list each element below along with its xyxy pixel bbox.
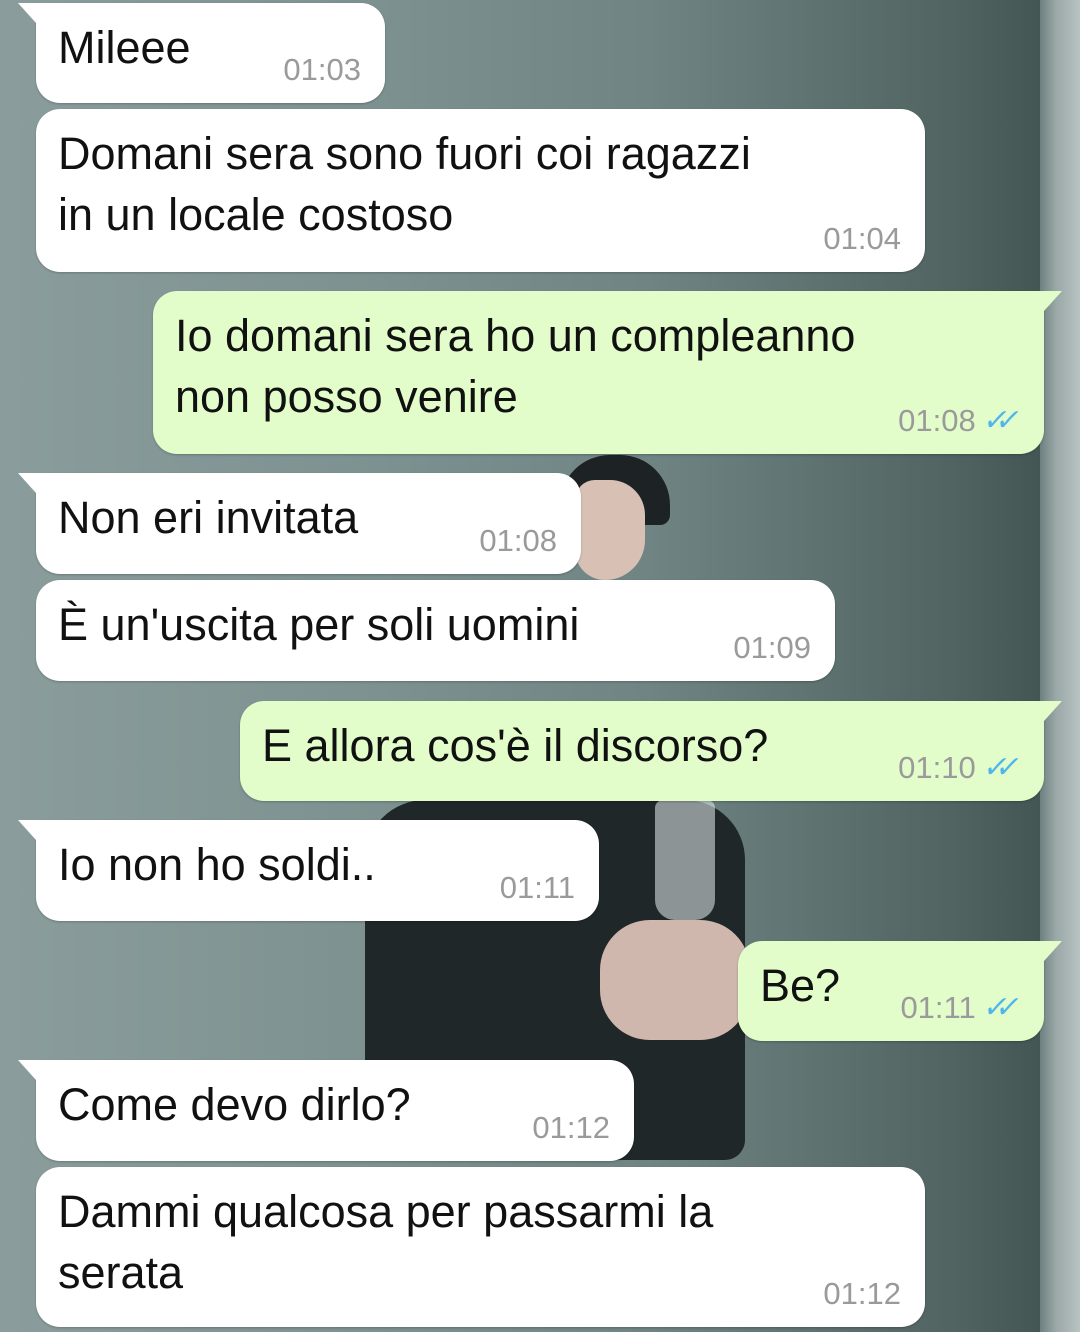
message-bubble-incoming[interactable]: È un'uscita per soli uomini 01:09 — [36, 580, 835, 681]
message-meta: 01:12 — [823, 1277, 901, 1311]
message-bubble-incoming[interactable]: Dammi qualcosa per passarmi la serata 01… — [36, 1167, 925, 1327]
message-time: 01:08 — [898, 403, 976, 438]
message-time: 01:12 — [823, 1276, 901, 1311]
double-check-read-icon: ✓✓ — [980, 751, 1012, 784]
message-bubble-incoming[interactable]: Non eri invitata 01:08 — [18, 473, 581, 574]
double-check-read-icon: ✓✓ — [980, 991, 1012, 1024]
message-time: 01:11 — [900, 990, 976, 1025]
message-time: 01:10 — [898, 750, 976, 785]
message-bubble-outgoing[interactable]: Io domani sera ho un compleanno non poss… — [153, 291, 1062, 454]
message-time: 01:04 — [823, 221, 901, 256]
message-meta: 01:08 ✓✓ — [898, 404, 1020, 438]
message-meta: 01:09 — [733, 631, 811, 665]
wallpaper-figure-hands — [600, 920, 750, 1040]
message-text: Dammi qualcosa per passarmi la serata — [58, 1186, 714, 1298]
message-bubble-outgoing[interactable]: Be? 01:11 ✓✓ — [738, 941, 1062, 1041]
message-meta: 01:04 — [823, 222, 901, 256]
message-time: 01:12 — [532, 1110, 610, 1145]
message-meta: 01:11 — [500, 871, 575, 905]
message-text: Io domani sera ho un compleanno non poss… — [175, 310, 856, 422]
message-time: 01:09 — [733, 630, 811, 665]
message-text: È un'uscita per soli uomini — [58, 599, 580, 650]
message-time: 01:03 — [283, 52, 361, 87]
message-meta: 01:12 — [532, 1111, 610, 1145]
wallpaper-door-edge — [1040, 0, 1080, 1332]
message-meta: 01:11 ✓✓ — [900, 991, 1020, 1025]
message-meta: 01:03 — [283, 53, 361, 87]
double-check-read-icon: ✓✓ — [980, 404, 1012, 437]
message-meta: 01:10 ✓✓ — [898, 751, 1020, 785]
message-time: 01:11 — [499, 870, 575, 905]
message-bubble-incoming[interactable]: Io non ho soldi.. 01:11 — [18, 820, 599, 921]
wallpaper-figure-face — [575, 480, 645, 580]
wallpaper-glass — [655, 800, 715, 920]
message-bubble-outgoing[interactable]: E allora cos'è il discorso? 01:10 ✓✓ — [240, 701, 1062, 801]
message-text: Domani sera sono fuori coi ragazzi in un… — [58, 128, 751, 240]
message-text: Come devo dirlo? — [58, 1079, 411, 1130]
message-bubble-incoming[interactable]: Come devo dirlo? 01:12 — [18, 1060, 634, 1161]
message-time: 01:08 — [479, 523, 557, 558]
message-bubble-incoming[interactable]: Mileee 01:03 — [18, 3, 385, 103]
message-bubble-incoming[interactable]: Domani sera sono fuori coi ragazzi in un… — [36, 109, 925, 272]
message-meta: 01:08 — [479, 524, 557, 558]
